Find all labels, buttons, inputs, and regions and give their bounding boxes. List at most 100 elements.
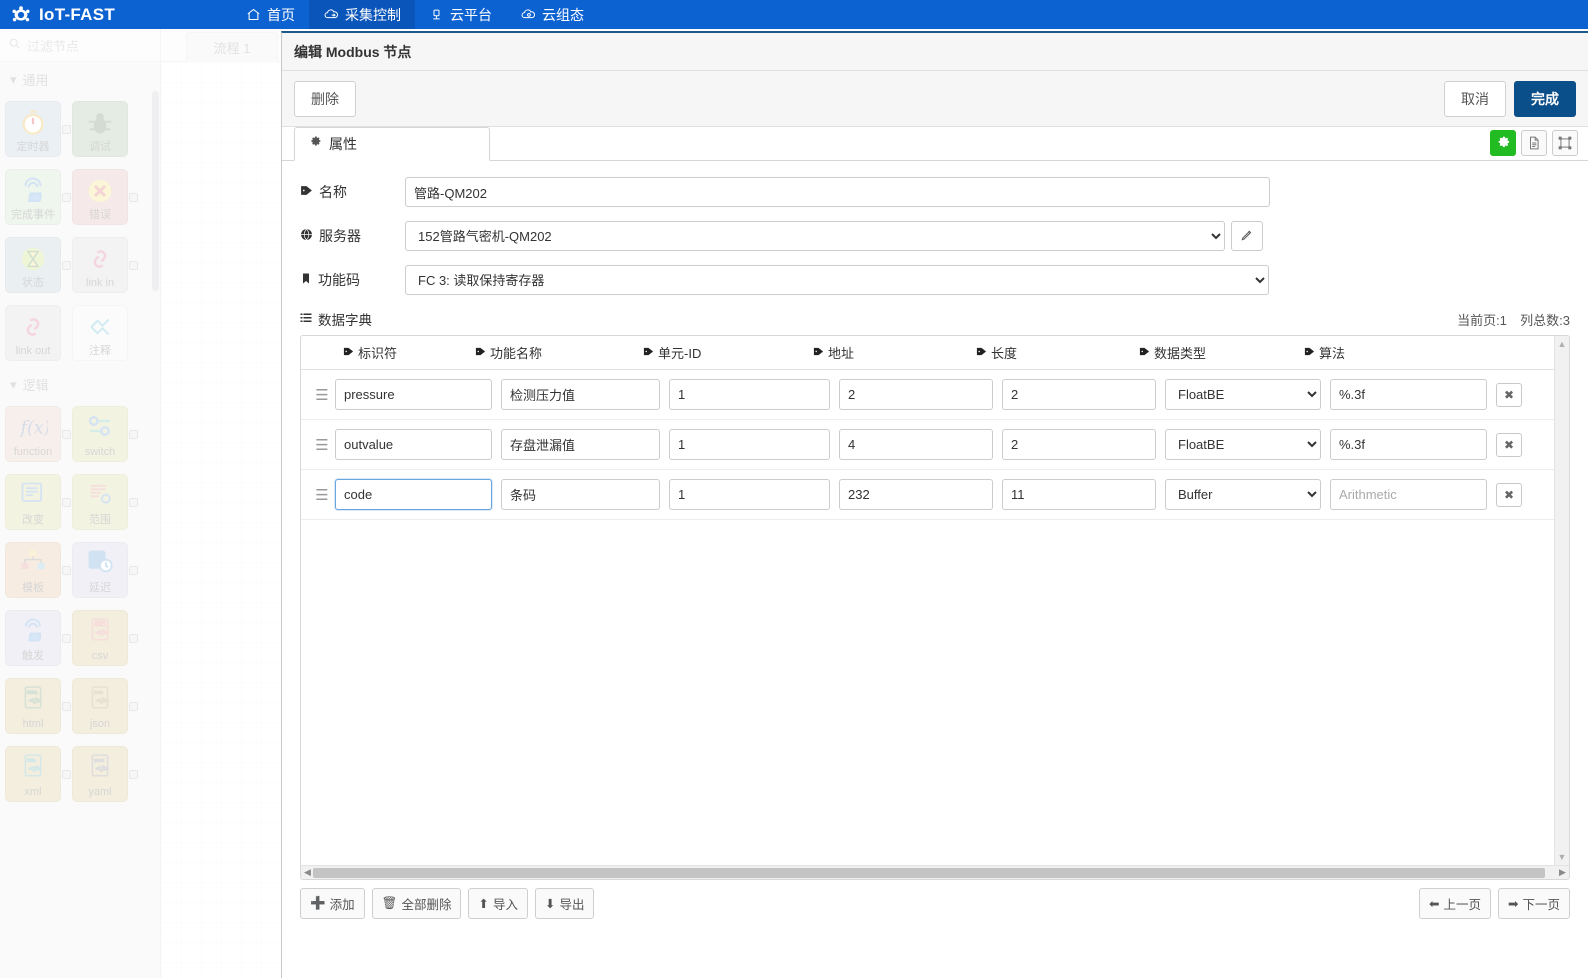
top-navigation-bar: IoT-FAST 首页 采集控制 云平台 云组态 — [0, 0, 1588, 29]
delete-button[interactable]: 删除 — [294, 80, 356, 117]
cell-length — [1002, 379, 1165, 410]
cloud-platform-icon — [429, 7, 444, 22]
data-dictionary-footer: ➕ 添加 🗑 全部删除 ⬆ 导入 ⬇ 导出 ⬅ 上一页 ➡ 下一页 — [300, 888, 1570, 929]
nav-item-cloud-platform[interactable]: 云平台 — [415, 0, 506, 29]
list-icon — [300, 312, 312, 327]
cell-identifier — [335, 479, 501, 510]
close-icon[interactable]: ✖ — [1496, 382, 1522, 407]
column-header-length-label: 长度 — [991, 346, 1018, 361]
scroll-down-icon[interactable]: ▼ — [1555, 852, 1569, 862]
unit-id-input[interactable] — [669, 429, 830, 460]
table-row: ☰ FloatBE — [301, 370, 1554, 420]
horizontal-scroll-thumb[interactable] — [313, 867, 1545, 878]
close-icon[interactable]: ✖ — [1496, 482, 1522, 507]
function-name-input[interactable] — [501, 479, 660, 510]
column-header-identifier-label: 标识符 — [358, 346, 398, 361]
document-icon[interactable] — [1521, 130, 1547, 156]
column-header-address-label: 地址 — [828, 346, 855, 361]
tab-properties[interactable]: 属性 — [294, 127, 490, 161]
table-row: ☰ FloatBE — [301, 420, 1554, 470]
cell-delete: ✖ — [1496, 382, 1532, 407]
brand: IoT-FAST — [10, 4, 210, 26]
cell-unit-id — [669, 379, 839, 410]
unit-id-input[interactable] — [669, 479, 830, 510]
scroll-right-icon[interactable]: ▶ — [1556, 867, 1569, 878]
next-page-label: 下一页 — [1522, 898, 1560, 912]
close-icon[interactable]: ✖ — [1496, 432, 1522, 457]
name-input[interactable] — [405, 177, 1270, 207]
cell-address — [839, 479, 1002, 510]
dialog-tab-row: 属性 — [282, 127, 1588, 161]
cell-unit-id — [669, 429, 839, 460]
name-label: 名称 — [319, 184, 347, 200]
data-dictionary-title: 数据字典 — [318, 313, 372, 328]
cell-function-name — [501, 379, 669, 410]
cloud-config-icon — [520, 7, 536, 22]
identifier-input[interactable] — [335, 379, 492, 410]
length-input[interactable] — [1002, 429, 1156, 460]
globe-icon — [300, 228, 313, 244]
delete-all-button[interactable]: 🗑 全部删除 — [371, 888, 462, 919]
pencil-icon — [1240, 228, 1254, 245]
unit-id-input[interactable] — [669, 379, 830, 410]
gear-icon — [309, 136, 322, 152]
data-type-select[interactable]: FloatBE — [1165, 379, 1321, 410]
function-name-input[interactable] — [501, 429, 660, 460]
data-dictionary-title-group: 数据字典 — [300, 309, 372, 329]
fit-frame-icon[interactable] — [1552, 130, 1578, 156]
trash-icon: 🗑 — [381, 896, 398, 910]
identifier-input[interactable] — [335, 429, 492, 460]
nav-item-cloud-config[interactable]: 云组态 — [506, 0, 598, 29]
tab-row-actions — [1490, 130, 1578, 156]
row-drag-handle[interactable]: ☰ — [309, 436, 335, 454]
nav-item-collect-control[interactable]: 采集控制 — [309, 0, 415, 29]
import-button[interactable]: ⬆ 导入 — [468, 888, 528, 919]
function-code-label-group: 功能码 — [300, 270, 405, 290]
function-code-select[interactable]: FC 3: 读取保持寄存器 — [405, 265, 1269, 295]
export-button[interactable]: ⬇ 导出 — [534, 888, 595, 919]
dialog-body: 名称 服务器 152管路气密机-QM202 — [282, 161, 1588, 978]
done-button[interactable]: 完成 — [1514, 80, 1576, 117]
grid-vertical-scrollbar[interactable]: ▲ ▼ — [1554, 336, 1569, 865]
data-type-select[interactable]: FloatBE — [1165, 429, 1321, 460]
name-label-group: 名称 — [300, 182, 405, 202]
next-page-button[interactable]: ➡ 下一页 — [1498, 888, 1570, 919]
length-input[interactable] — [1002, 479, 1156, 510]
identifier-input[interactable] — [335, 479, 492, 510]
prev-page-button[interactable]: ⬅ 上一页 — [1419, 888, 1491, 919]
function-name-input[interactable] — [501, 379, 660, 410]
algorithm-input[interactable] — [1330, 429, 1487, 460]
server-select[interactable]: 152管路气密机-QM202 — [405, 221, 1225, 251]
algorithm-input[interactable] — [1330, 379, 1487, 410]
brand-title: IoT-FAST — [39, 4, 116, 24]
length-input[interactable] — [1002, 379, 1156, 410]
scroll-up-icon[interactable]: ▲ — [1555, 339, 1569, 349]
cancel-button[interactable]: 取消 — [1444, 80, 1506, 117]
data-dictionary-counts: 当前页:1 列总数:3 — [1457, 310, 1570, 329]
address-input[interactable] — [839, 479, 993, 510]
nav-items: 首页 采集控制 云平台 云组态 — [232, 0, 598, 29]
nav-item-cloud-config-label: 云组态 — [542, 6, 584, 23]
grid-horizontal-scrollbar[interactable]: ◀ ▶ — [301, 865, 1569, 879]
address-input[interactable] — [839, 429, 993, 460]
row-drag-handle[interactable]: ☰ — [309, 386, 335, 404]
row-drag-handle[interactable]: ☰ — [309, 486, 335, 504]
cell-delete: ✖ — [1496, 432, 1532, 457]
cell-data-type: Buffer — [1165, 479, 1330, 510]
column-header-unit-id: 单元-ID — [643, 343, 813, 362]
column-header-function-name-label: 功能名称 — [490, 346, 543, 361]
cell-data-type: FloatBE — [1165, 379, 1330, 410]
tag-icon — [343, 345, 354, 360]
data-type-select[interactable]: Buffer — [1165, 479, 1321, 510]
nav-item-collect-control-label: 采集控制 — [345, 6, 401, 23]
tag-icon — [976, 345, 987, 360]
settings-gear-icon[interactable] — [1490, 130, 1516, 156]
address-input[interactable] — [839, 379, 993, 410]
grid-scroll-area: 标识符 功能名称 单元-ID 地址 长度 数据类型 算法 ☰ pressure … — [301, 336, 1554, 865]
nav-item-home[interactable]: 首页 — [232, 0, 309, 29]
algorithm-input[interactable] — [1330, 479, 1487, 510]
add-row-button[interactable]: ➕ 添加 — [300, 888, 365, 919]
edit-server-button[interactable] — [1231, 221, 1263, 251]
tag-icon — [1139, 345, 1150, 360]
tag-icon — [300, 184, 313, 200]
